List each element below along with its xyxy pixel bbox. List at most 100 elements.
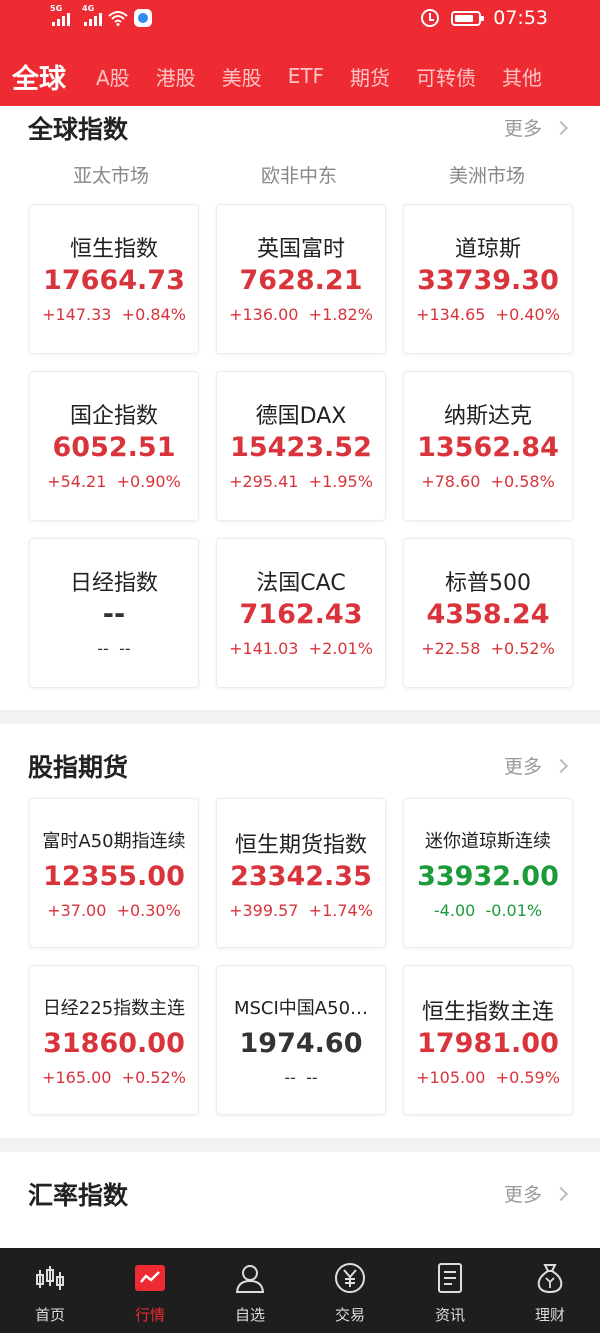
user-icon [235,1265,265,1293]
index-price: 6052.51 [52,432,176,463]
change-percent: -- [119,639,131,658]
nav-news[interactable]: 资讯 [400,1248,500,1333]
index-card[interactable]: 日经225指数主连 31860.00 +165.00 +0.52% [29,965,199,1115]
index-card[interactable]: 日经指数 -- -- -- [29,538,199,688]
market-tabs: 全球 A股 港股 美股 ETF 期货 可转债 其他 [0,50,600,102]
index-change: -- -- [217,1068,385,1087]
index-name: 富时A50期指连续 [42,831,186,852]
change-value: +399.57 [229,901,299,920]
tab-convertible-bonds[interactable]: 可转债 [416,62,476,91]
index-name: 恒生指数 [69,237,158,262]
tab-futures[interactable]: 期货 [350,62,390,91]
tab-hk-stocks[interactable]: 港股 [156,62,196,91]
change-value: +37.00 [47,901,107,920]
region-europe-africa-me[interactable]: 欧非中东 [204,161,394,188]
index-price: -- [102,599,126,630]
index-card[interactable]: 纳斯达克 13562.84 +78.60 +0.58% [403,371,573,521]
section-title: 全球指数 [28,115,129,144]
region-americas[interactable]: 美洲市场 [392,161,582,188]
bottom-navigation: 首页 行情 自选 交易 资讯 理财 [0,1248,600,1333]
more-button[interactable]: 更多 [504,752,569,779]
nav-market[interactable]: 行情 [100,1248,200,1333]
chevron-right-icon [553,120,569,135]
change-value: +165.00 [42,1068,112,1087]
tab-etf[interactable]: ETF [288,64,324,88]
top-header: 5G 4G 07:53 全球 A股 港股 美股 ETF 期货 可转债 其他 [0,0,600,106]
index-name: 道琼斯 [454,237,521,262]
index-name: 日经225指数主连 [42,998,186,1019]
index-change: +37.00 +0.30% [30,901,198,920]
index-name: 英国富时 [256,237,345,262]
change-percent: +0.58% [490,472,555,491]
index-name: 迷你道琼斯连续 [425,831,551,852]
index-name: 恒生指数主连 [421,1000,554,1025]
change-percent: +0.90% [116,472,181,491]
more-button[interactable]: 更多 [504,114,569,141]
more-button[interactable]: 更多 [504,1180,569,1207]
region-asia-pacific[interactable]: 亚太市场 [16,161,206,188]
change-value: +141.03 [229,639,299,658]
index-card[interactable]: 迷你道琼斯连续 33932.00 -4.00 -0.01% [403,798,573,948]
section-title: 汇率指数 [28,1181,129,1210]
app-notification-icon [134,9,152,27]
fx-indices-section: 汇率指数 更多 [0,1152,600,1248]
index-card[interactable]: 英国富时 7628.21 +136.00 +1.82% [216,204,386,354]
index-price: 17664.73 [43,265,185,296]
change-percent: +1.82% [308,305,373,324]
index-name: 纳斯达克 [443,404,532,429]
index-card[interactable]: MSCI中国A50… 1974.60 -- -- [216,965,386,1115]
change-percent: +1.74% [308,901,373,920]
change-percent: +2.01% [308,639,373,658]
index-price: 33739.30 [417,265,559,296]
alarm-icon [421,9,440,27]
index-price: 1974.60 [239,1028,363,1059]
nav-wealth[interactable]: 理财 [500,1248,600,1333]
nav-watchlist[interactable]: 自选 [200,1248,300,1333]
index-card[interactable]: 标普500 4358.24 +22.58 +0.52% [403,538,573,688]
index-card[interactable]: 恒生指数主连 17981.00 +105.00 +0.59% [403,965,573,1115]
change-percent: +0.40% [495,305,560,324]
tab-us-stocks[interactable]: 美股 [222,62,262,91]
index-name: 国企指数 [69,404,158,429]
index-card[interactable]: 法国CAC 7162.43 +141.03 +2.01% [216,538,386,688]
change-value: -4.00 [433,901,476,920]
index-change: -- -- [30,639,198,658]
index-price: 7628.21 [239,265,363,296]
index-card[interactable]: 国企指数 6052.51 +54.21 +0.90% [29,371,199,521]
index-change: +141.03 +2.01% [217,639,385,658]
status-bar: 5G 4G 07:53 [0,0,600,40]
index-card[interactable]: 恒生期货指数 23342.35 +399.57 +1.74% [216,798,386,948]
index-price: 12355.00 [43,861,185,892]
section-title: 股指期货 [28,753,129,782]
index-card[interactable]: 德国DAX 15423.52 +295.41 +1.95% [216,371,386,521]
index-price: 15423.52 [230,432,372,463]
index-price: 7162.43 [239,599,363,630]
tab-global[interactable]: 全球 [12,57,66,96]
nav-home[interactable]: 首页 [0,1248,100,1333]
yen-coin-icon [335,1263,365,1293]
change-percent: +0.52% [121,1068,186,1087]
change-percent: -- [306,1068,318,1087]
signal-4g-icon: 4G [82,4,102,26]
index-price: 13562.84 [417,432,559,463]
index-name: 德国DAX [255,404,347,429]
index-card[interactable]: 富时A50期指连续 12355.00 +37.00 +0.30% [29,798,199,948]
index-futures-section: 股指期货 更多 富时A50期指连续 12355.00 +37.00 +0.30% 恒生… [0,724,600,1138]
index-name: 法国CAC [256,571,346,596]
index-card[interactable]: 道琼斯 33739.30 +134.65 +0.40% [403,204,573,354]
tab-a-shares[interactable]: A股 [96,62,130,91]
nav-trade[interactable]: 交易 [300,1248,400,1333]
change-value: +147.33 [42,305,112,324]
change-value: +54.21 [47,472,107,491]
market-chart-icon [135,1265,165,1291]
signal-5g-icon: 5G [50,4,70,26]
index-card[interactable]: 恒生指数 17664.73 +147.33 +0.84% [29,204,199,354]
index-price: 4358.24 [426,599,550,630]
change-percent: -0.01% [485,901,543,920]
change-percent: +0.84% [121,305,186,324]
index-price: 17981.00 [417,1028,559,1059]
index-price: 33932.00 [417,861,559,892]
index-price: 31860.00 [43,1028,185,1059]
tab-others[interactable]: 其他 [502,62,542,91]
change-value: +134.65 [416,305,486,324]
